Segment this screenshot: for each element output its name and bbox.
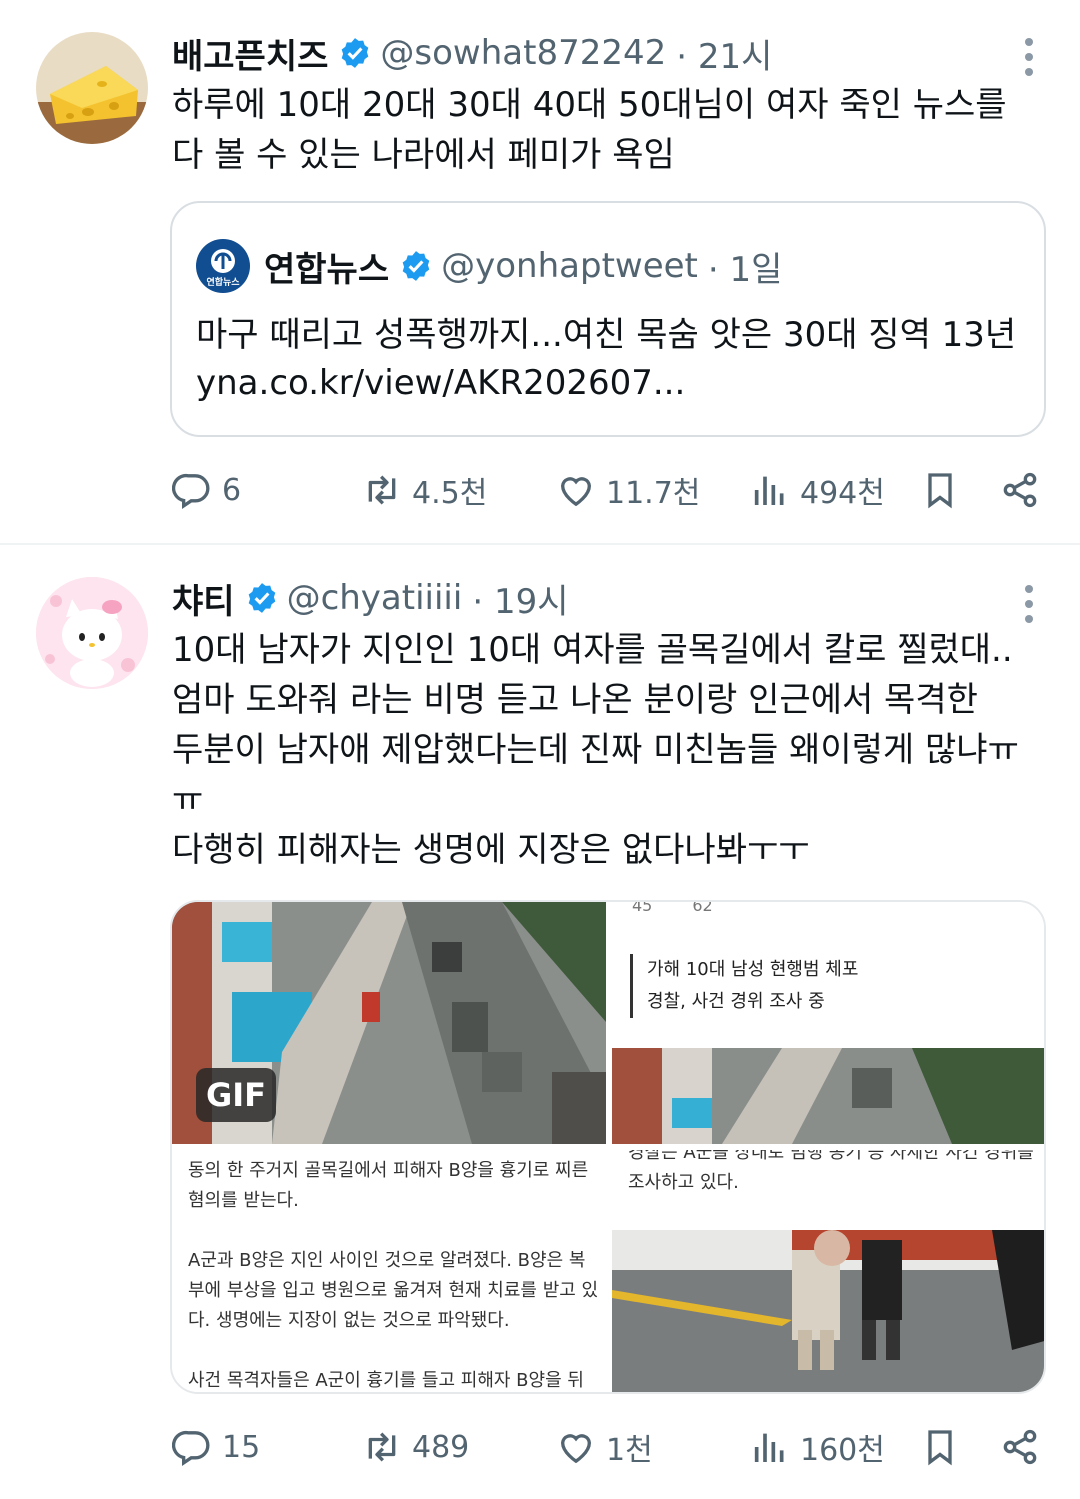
display-name[interactable]: 챠티 — [172, 574, 235, 623]
article-line: 동의 한 주거지 골목길에서 피해자 B양을 흉기로 찌른 — [188, 1160, 589, 1181]
tweet-header: 챠티 @chyatiiiii · 19시 — [172, 573, 569, 623]
heart-icon — [560, 1434, 592, 1464]
tweet-text-line: 다행히 피해자는 생명에 지장은 없다나봐ㅜㅜ — [172, 830, 810, 870]
article-line: 부에 부상을 입고 병원으로 옮겨져 현재 치료를 받고 있 — [188, 1280, 599, 1301]
tweet-2[interactable]: 챠티 @chyatiiiii · 19시 10대 남자가 지인인 10대 여자를… — [0, 545, 1080, 1499]
tweet-text-line: 엄마 도와줘 라는 비명 듣고 나온 분이랑 인근에서 목격한 — [172, 680, 978, 720]
like-count: 11.7천 — [606, 476, 701, 511]
headline-line: 경찰, 사건 경위 조사 중 — [647, 991, 825, 1012]
bookmark-button[interactable] — [920, 460, 960, 520]
share-button[interactable] — [1000, 1417, 1040, 1477]
article-line — [188, 1336, 598, 1366]
media-article-text[interactable]: 동의 한 주거지 골목길에서 피해자 B양을 흉기로 찌른 혐의를 받는다. A… — [172, 1150, 606, 1392]
tweet-text-line: 10대 남자가 지인인 10대 여자를 골목길에서 칼로 찔렀대.. — [172, 630, 1013, 670]
tweet-text: 10대 남자가 지인인 10대 여자를 골목길에서 칼로 찔렀대.. 엄마 도와… — [172, 625, 1052, 875]
display-name[interactable]: 배고픈치즈 — [172, 29, 328, 78]
media-article-photo[interactable]: 경찰은 A군을 상대로 범행 동기 등 자세한 사건 경위를 조사하고 있다. — [612, 1150, 1044, 1392]
media-image-headline[interactable]: 45 62 가해 10대 남성 현행범 체포 경찰, 사건 경위 조사 중 — [612, 902, 1044, 1144]
retweet-button[interactable]: 489 — [362, 1417, 469, 1477]
more-options-icon[interactable] — [1022, 38, 1036, 76]
tweet-actions: 6 4.5천 11.7천 494천 — [0, 460, 1080, 520]
reply-icon — [172, 473, 210, 509]
reply-button[interactable]: 15 — [172, 1417, 260, 1477]
tweet-text-line: 하루에 10대 20대 30대 40대 50대님이 여자 죽인 뉴스를 — [172, 85, 1007, 125]
reply-icon — [172, 1430, 210, 1466]
retweet-count: 4.5천 — [412, 476, 488, 511]
like-count: 1천 — [606, 1433, 653, 1468]
logo-text: 연합뉴스 — [206, 278, 240, 288]
yonhap-logo[interactable]: 연합뉴스 — [196, 239, 250, 293]
media-grid[interactable]: GIF 45 62 가해 10대 남성 현행범 체포 경찰, 사건 경위 조사 … — [170, 900, 1046, 1394]
tweet-text-line: 다 볼 수 있는 나라에서 페미가 욕임 — [172, 135, 675, 175]
timestamp[interactable]: · 1일 — [708, 242, 783, 291]
heart-icon — [560, 477, 592, 507]
reply-count: 6 — [222, 472, 242, 508]
article-line — [188, 1216, 598, 1246]
media-gif[interactable]: GIF — [172, 902, 606, 1144]
reply-button[interactable]: 6 — [172, 460, 241, 520]
tweet-text: 하루에 10대 20대 30대 40대 50대님이 여자 죽인 뉴스를 다 볼 … — [172, 80, 1052, 180]
article-line: 조사하고 있다. — [628, 1172, 739, 1193]
article-body: 경찰은 A군을 상대로 범행 동기 등 자세한 사건 경위를 조사하고 있다. — [628, 1150, 1034, 1198]
article-line: A군과 B양은 지인 사이인 것으로 알려졌다. B양은 복 — [188, 1250, 586, 1271]
cctv-thumbnail-image — [612, 1048, 1044, 1144]
article-line: 경찰은 A군을 상대로 범행 동기 등 자세한 사건 경위를 — [628, 1150, 1034, 1163]
tweet-text-line: ㅠ — [172, 780, 204, 820]
reply-count: 15 — [222, 1429, 261, 1465]
street-photo-image — [612, 1230, 1044, 1392]
bookmark-icon — [928, 473, 952, 509]
like-button[interactable]: 1천 — [556, 1417, 653, 1477]
like-button[interactable]: 11.7천 — [556, 460, 700, 520]
avatar[interactable] — [36, 577, 148, 689]
tweet-text-line: 두분이 남자애 제압했다는데 진짜 미친놈들 왜이렇게 많냐ㅠ — [172, 730, 1019, 770]
stat-count: 45 — [632, 902, 653, 915]
cheese-avatar-image — [36, 32, 148, 144]
views-chart-icon — [754, 1433, 784, 1462]
share-icon — [1003, 1429, 1037, 1465]
tweet-header: 배고픈치즈 @sowhat872242 · 21시 — [172, 28, 772, 78]
quote-text: 마구 때리고 성폭행까지...여친 목숨 앗은 30대 징역 13년 yna.c… — [196, 311, 1016, 407]
stat-count: 62 — [692, 902, 713, 915]
retweet-icon — [368, 1432, 396, 1462]
views-count: 160천 — [800, 1433, 885, 1468]
more-options-icon[interactable] — [1022, 585, 1036, 623]
user-handle[interactable]: @sowhat872242 — [380, 33, 666, 73]
headline-line: 가해 10대 남성 현행범 체포 — [647, 959, 859, 980]
timestamp[interactable]: · 19시 — [472, 574, 568, 623]
article-line: 사건 목격자들은 A군이 흉기를 들고 피해자 B양을 뒤 — [188, 1370, 584, 1391]
verified-badge-icon — [402, 251, 430, 281]
share-icon — [1003, 472, 1037, 508]
bookmark-icon — [928, 1430, 952, 1466]
tweet-actions: 15 489 1천 160천 — [0, 1417, 1080, 1477]
article-line: 혐의를 받는다. — [188, 1190, 299, 1211]
display-name[interactable]: 연합뉴스 — [264, 242, 389, 291]
quote-header: 연합뉴스 @yonhaptweet · 1일 — [264, 241, 782, 291]
user-handle[interactable]: @chyatiiiii — [287, 578, 463, 618]
media-stats: 45 62 — [632, 902, 713, 915]
views-button[interactable]: 160천 — [750, 1417, 885, 1477]
share-button[interactable] — [1000, 460, 1040, 520]
kitty-avatar-image — [36, 577, 148, 689]
avatar[interactable] — [36, 32, 148, 144]
gif-badge[interactable]: GIF — [196, 1068, 276, 1122]
retweet-icon — [368, 475, 396, 505]
headline-block: 가해 10대 남성 현행범 체포 경찰, 사건 경위 조사 중 — [630, 954, 858, 1018]
verified-badge-icon — [248, 583, 275, 613]
retweet-count: 489 — [412, 1429, 470, 1465]
views-button[interactable]: 494천 — [750, 460, 885, 520]
timestamp[interactable]: · 21시 — [676, 29, 772, 78]
quote-tweet[interactable]: 연합뉴스 연합뉴스 @yonhaptweet · 1일 마구 때리고 성폭행까지… — [170, 201, 1046, 437]
user-handle[interactable]: @yonhaptweet — [441, 246, 698, 286]
quote-text-line: 마구 때리고 성폭행까지...여친 목숨 앗은 30대 징역 13년 — [196, 315, 1017, 355]
tweet-1[interactable]: 배고픈치즈 @sowhat872242 · 21시 하루에 10대 20대 30… — [0, 0, 1080, 543]
article-line: 다. 생명에는 지장이 없는 것으로 파악됐다. — [188, 1310, 510, 1331]
bookmark-button[interactable] — [920, 1417, 960, 1477]
verified-badge-icon — [342, 38, 369, 68]
article-body: 동의 한 주거지 골목길에서 피해자 B양을 흉기로 찌른 혐의를 받는다. A… — [188, 1156, 599, 1392]
retweet-button[interactable]: 4.5천 — [362, 460, 487, 520]
views-count: 494천 — [800, 476, 885, 511]
views-chart-icon — [754, 476, 784, 505]
quote-link[interactable]: yna.co.kr/view/AKR202607... — [196, 359, 1016, 407]
